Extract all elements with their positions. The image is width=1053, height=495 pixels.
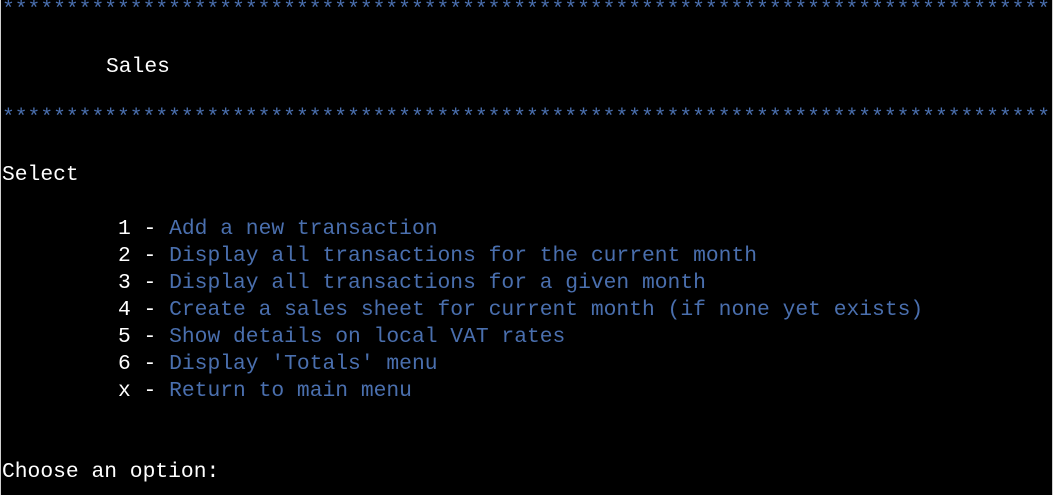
menu-item-3: 3 - Display all transactions for a given… bbox=[118, 270, 706, 297]
menu-item-5: 5 - Show details on local VAT rates bbox=[118, 324, 565, 351]
menu-item-4: 4 - Create a sales sheet for current mon… bbox=[118, 297, 923, 324]
bottom-star-border: ****************************************… bbox=[2, 106, 1050, 130]
menu-label: Display all transactions for a given mon… bbox=[169, 271, 706, 295]
menu-label: Display 'Totals' menu bbox=[169, 352, 438, 376]
terminal-window: ****************************************… bbox=[0, 0, 1053, 495]
menu-separator: - bbox=[130, 217, 170, 241]
menu-key: 3 bbox=[118, 271, 131, 295]
menu-label: Create a sales sheet for current month (… bbox=[169, 298, 924, 322]
menu-label: Add a new transaction bbox=[169, 217, 438, 241]
menu-separator: - bbox=[130, 298, 170, 322]
menu-separator: - bbox=[130, 352, 170, 376]
menu-separator: - bbox=[130, 244, 170, 268]
menu-label: Show details on local VAT rates bbox=[169, 325, 566, 349]
menu-key: x bbox=[118, 379, 131, 403]
menu-key: 2 bbox=[118, 244, 131, 268]
option-prompt[interactable]: Choose an option: bbox=[2, 459, 219, 486]
menu-label: Display all transactions for the current… bbox=[169, 244, 758, 268]
select-label: Select bbox=[2, 163, 79, 187]
menu-key: 1 bbox=[118, 217, 131, 241]
menu-item-6: 6 - Display 'Totals' menu bbox=[118, 351, 438, 378]
menu-separator: - bbox=[130, 271, 170, 295]
menu-key: 5 bbox=[118, 325, 131, 349]
menu-item-1: 1 - Add a new transaction bbox=[118, 216, 438, 243]
menu-separator: - bbox=[130, 325, 170, 349]
top-star-border: ****************************************… bbox=[2, 0, 1050, 22]
menu-key: 6 bbox=[118, 352, 131, 376]
menu-label: Return to main menu bbox=[169, 379, 412, 403]
page-title: Sales bbox=[106, 55, 170, 79]
menu-key: 4 bbox=[118, 298, 131, 322]
menu-item-2: 2 - Display all transactions for the cur… bbox=[118, 243, 757, 270]
menu-list: 1 - Add a new transaction 2 - Display al… bbox=[1, 217, 1052, 480]
menu-separator: - bbox=[130, 379, 170, 403]
menu-item-x: x - Return to main menu bbox=[118, 378, 412, 405]
